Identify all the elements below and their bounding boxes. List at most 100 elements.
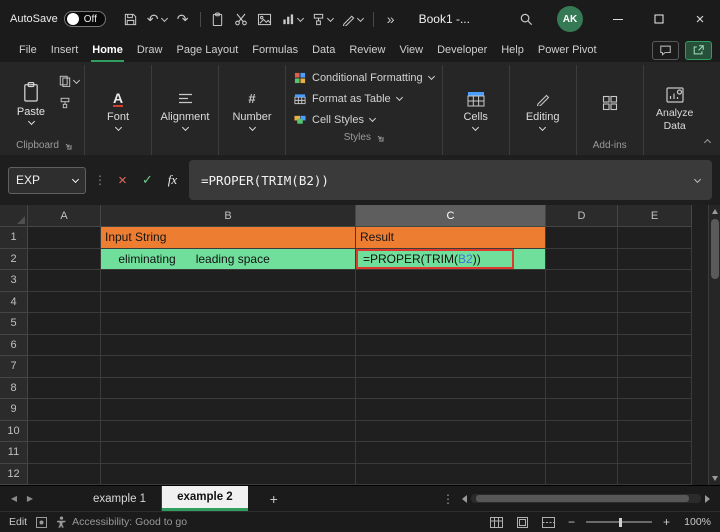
column-header-E[interactable]: E (618, 205, 692, 227)
cell-styles-button[interactable]: Cell Styles (291, 109, 437, 130)
cell-E7[interactable] (618, 356, 692, 378)
addins-button[interactable] (582, 67, 638, 138)
row-header-5[interactable]: 5 (0, 313, 28, 335)
collapse-ribbon-button[interactable] (703, 132, 712, 150)
cells-dropdown[interactable]: Cells (448, 67, 504, 153)
row-header-8[interactable]: 8 (0, 377, 28, 399)
format-painter-small-button[interactable] (59, 97, 79, 109)
tab-page-layout[interactable]: Page Layout (169, 38, 245, 62)
cell-C11[interactable] (356, 442, 546, 464)
cell-A8[interactable] (28, 377, 101, 399)
sheet-nav-right-button[interactable]: ▶ (22, 494, 38, 503)
row-header-12[interactable]: 12 (0, 463, 28, 485)
zoom-out-button[interactable]: − (566, 515, 577, 529)
cell-C8[interactable] (356, 377, 546, 399)
cancel-button[interactable]: × (114, 172, 131, 189)
cell-D7[interactable] (546, 356, 618, 378)
cell-E5[interactable] (618, 313, 692, 335)
row-header-1[interactable]: 1 (0, 227, 28, 249)
conditional-formatting-button[interactable]: Conditional Formatting (291, 67, 437, 88)
cell-C10[interactable] (356, 420, 546, 442)
scroll-left-arrow[interactable] (462, 494, 467, 503)
cell-D9[interactable] (546, 399, 618, 421)
cell-B3[interactable] (101, 270, 356, 292)
cell-C3[interactable] (356, 270, 546, 292)
font-dropdown[interactable]: A Font (90, 67, 146, 153)
number-dropdown[interactable]: # Number (224, 67, 280, 153)
cell-D12[interactable] (546, 463, 618, 485)
cell-D4[interactable] (546, 291, 618, 313)
cell-D6[interactable] (546, 334, 618, 356)
column-header-A[interactable]: A (28, 205, 101, 227)
cell-E8[interactable] (618, 377, 692, 399)
cell-E1[interactable] (618, 227, 692, 249)
minimize-button[interactable] (598, 0, 638, 38)
name-box[interactable]: EXP (8, 166, 86, 194)
share-button[interactable] (685, 40, 712, 60)
undo-button[interactable]: ↶ (143, 6, 171, 32)
more-commands-button[interactable]: » (380, 6, 402, 32)
macro-record-button[interactable] (36, 516, 48, 528)
cell-D1[interactable] (546, 227, 618, 249)
zoom-slider-thumb[interactable] (618, 518, 622, 527)
tab-review[interactable]: Review (342, 38, 392, 62)
draw-pen-button[interactable] (338, 6, 367, 32)
zoom-in-button[interactable]: + (661, 515, 672, 529)
cell-B5[interactable] (101, 313, 356, 335)
horizontal-scrollbar-track[interactable] (471, 494, 701, 503)
tab-formulas[interactable]: Formulas (245, 38, 305, 62)
cut-button[interactable] (230, 6, 252, 32)
cell-C4[interactable] (356, 291, 546, 313)
cell-edit-outline[interactable]: =PROPER(TRIM(B2)) (356, 248, 514, 269)
formula-input[interactable]: =PROPER(TRIM(B2)) (189, 160, 712, 200)
row-header-11[interactable]: 11 (0, 442, 28, 464)
cell-C12[interactable] (356, 463, 546, 485)
cell-A3[interactable] (28, 270, 101, 292)
expand-formula-bar-icon[interactable] (693, 175, 702, 183)
tab-help[interactable]: Help (494, 38, 531, 62)
column-header-D[interactable]: D (546, 205, 618, 227)
enter-button[interactable]: ✓ (139, 172, 156, 188)
cell-C9[interactable] (356, 399, 546, 421)
tab-power-pivot[interactable]: Power Pivot (531, 38, 604, 62)
sheet-tab-example-1[interactable]: example 1 (78, 486, 163, 511)
row-header-10[interactable]: 10 (0, 420, 28, 442)
cell-B9[interactable] (101, 399, 356, 421)
cell-E3[interactable] (618, 270, 692, 292)
format-painter-button[interactable] (308, 6, 337, 32)
autosave-toggle[interactable]: AutoSave Off (10, 11, 106, 27)
cell-B8[interactable] (101, 377, 356, 399)
cell-A9[interactable] (28, 399, 101, 421)
row-header-9[interactable]: 9 (0, 399, 28, 421)
redo-button[interactable]: ↷ (172, 6, 194, 32)
vertical-scrollbar[interactable] (708, 205, 720, 485)
cell-C6[interactable] (356, 334, 546, 356)
styles-dialog-launcher[interactable] (376, 134, 384, 142)
insert-function-button[interactable]: fx (164, 172, 181, 188)
alignment-dropdown[interactable]: Alignment (157, 67, 213, 153)
horizontal-scrollbar-thumb[interactable] (476, 495, 689, 502)
row-header-6[interactable]: 6 (0, 334, 28, 356)
column-header-C[interactable]: C (356, 205, 546, 227)
cell-C5[interactable] (356, 313, 546, 335)
maximize-button[interactable] (639, 0, 679, 38)
cell-D10[interactable] (546, 420, 618, 442)
tab-data[interactable]: Data (305, 38, 342, 62)
row-header-2[interactable]: 2 (0, 248, 28, 270)
cell-A11[interactable] (28, 442, 101, 464)
tab-developer[interactable]: Developer (430, 38, 494, 62)
cell-E2[interactable] (618, 248, 692, 270)
cell-A5[interactable] (28, 313, 101, 335)
analyze-data-button[interactable]: Analyze Data (649, 67, 701, 153)
row-header-4[interactable]: 4 (0, 291, 28, 313)
vertical-scrollbar-thumb[interactable] (711, 219, 719, 279)
paste-button[interactable]: Paste (9, 67, 53, 138)
zoom-slider[interactable] (585, 516, 652, 528)
normal-view-button[interactable] (488, 516, 505, 528)
accessibility-checker-button[interactable]: Accessibility: Good to go (56, 516, 187, 528)
cell-C2[interactable]: =PROPER(TRIM(B2)) (356, 248, 546, 270)
cell-B6[interactable] (101, 334, 356, 356)
tab-file[interactable]: File (12, 38, 44, 62)
comments-button[interactable] (652, 40, 679, 60)
tab-draw[interactable]: Draw (130, 38, 170, 62)
